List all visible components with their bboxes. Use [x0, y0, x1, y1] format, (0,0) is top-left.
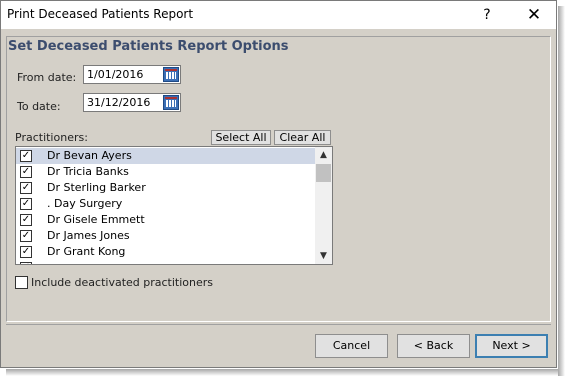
calendar-icon[interactable] [163, 67, 179, 82]
checkbox[interactable]: ✓ [20, 150, 32, 162]
list-item[interactable]: ✓ Dr James Jones [16, 228, 316, 244]
checkbox[interactable]: ✓ [20, 230, 32, 242]
checkbox[interactable]: ✓ [20, 246, 32, 258]
include-deactivated-label: Include deactivated practitioners [31, 276, 214, 289]
checkbox[interactable]: ✓ [20, 262, 32, 264]
list-item[interactable]: ✓ Dr Bevan Ayers [16, 148, 316, 164]
window-title: Print Deceased Patients Report [7, 7, 194, 21]
scroll-up-icon[interactable]: ▲ [315, 147, 332, 163]
practitioner-name: Dr Grant Kong [47, 245, 126, 258]
practitioner-name: Dr Tricia Banks [47, 165, 129, 178]
practitioner-name: . Day Surgery [47, 197, 123, 210]
page-heading: Set Deceased Patients Report Options [8, 39, 289, 54]
scroll-thumb[interactable] [316, 164, 331, 182]
select-all-button[interactable]: Select All [211, 130, 271, 145]
practitioner-name: Dr Bevan Ayers [47, 149, 132, 162]
list-item[interactable]: ✓ Dr Tricia Banks [16, 164, 316, 180]
list-item[interactable]: ✓ Dr Grant Kong [16, 244, 316, 260]
to-date-value: 31/12/2016 [87, 96, 151, 109]
cancel-button[interactable]: Cancel [315, 334, 388, 358]
close-button[interactable]: ✕ [519, 5, 549, 25]
list-item[interactable]: ✓ [16, 260, 316, 264]
practitioner-name: Dr Sterling Barker [47, 181, 146, 194]
help-button[interactable]: ? [475, 5, 499, 25]
checkbox[interactable]: ✓ [20, 182, 32, 194]
from-date-value: 1/01/2016 [87, 68, 144, 81]
footer-divider [6, 324, 551, 325]
list-item[interactable]: ✓ Dr Gisele Emmett [16, 212, 316, 228]
practitioner-name: Dr James Jones [47, 229, 130, 242]
next-button[interactable]: Next > [475, 334, 548, 358]
from-date-label: From date: [17, 71, 77, 84]
checkbox[interactable]: ✓ [20, 166, 32, 178]
practitioner-name: Dr Gisele Emmett [47, 213, 145, 226]
to-date-field[interactable]: 31/12/2016 [83, 93, 181, 112]
practitioners-list[interactable]: ✓ Dr Bevan Ayers ✓ Dr Tricia Banks ✓ Dr … [15, 146, 333, 265]
back-button[interactable]: < Back [397, 334, 470, 358]
from-date-field[interactable]: 1/01/2016 [83, 65, 181, 84]
include-deactivated-checkbox[interactable] [15, 276, 28, 289]
list-item[interactable]: ✓ . Day Surgery [16, 196, 316, 212]
scroll-down-icon[interactable]: ▼ [315, 248, 332, 264]
title-bar: Print Deceased Patients Report ? ✕ [1, 1, 556, 29]
list-scrollbar[interactable]: ▲ ▼ [315, 147, 332, 264]
practitioners-label: Practitioners: [15, 131, 88, 144]
calendar-icon[interactable] [163, 95, 179, 110]
clear-all-button[interactable]: Clear All [274, 130, 331, 145]
to-date-label: To date: [17, 100, 61, 113]
checkbox[interactable]: ✓ [20, 198, 32, 210]
checkbox[interactable]: ✓ [20, 214, 32, 226]
list-item[interactable]: ✓ Dr Sterling Barker [16, 180, 316, 196]
